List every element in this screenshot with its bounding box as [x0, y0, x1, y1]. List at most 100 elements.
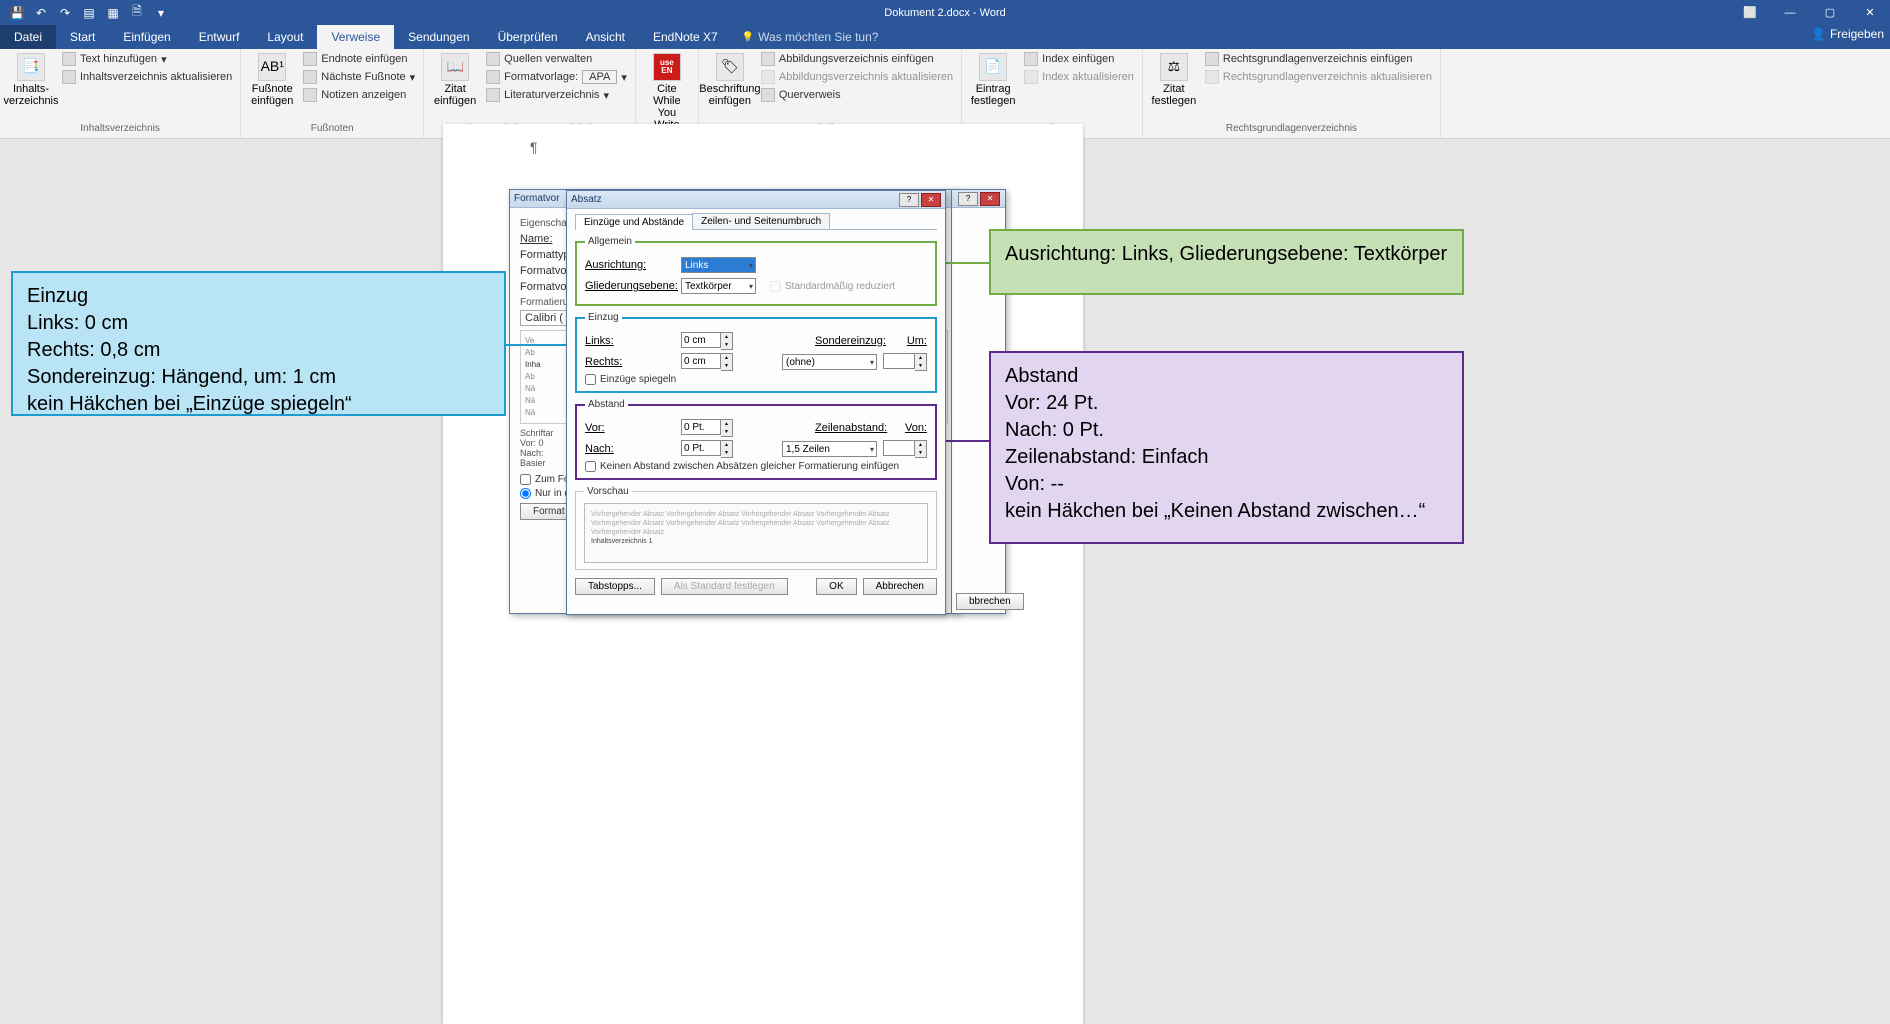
vor-input[interactable] — [681, 419, 721, 435]
arrow-allgemein — [940, 262, 989, 264]
von-spinner[interactable]: ▲▼ — [883, 440, 927, 458]
tell-me-search[interactable]: Was möchten Sie tun? — [742, 25, 879, 49]
manage-sources-button[interactable]: Quellen verwalten — [484, 51, 629, 67]
back-radio-this[interactable] — [520, 488, 531, 499]
mark-citation-button[interactable]: ⚖Zitat festlegen — [1149, 51, 1199, 109]
insert-citation-button[interactable]: 📖Zitat einfügen — [430, 51, 480, 109]
paragraph-dialog[interactable]: Absatz ? ✕ Einzüge und Abstände Zeilen- … — [566, 190, 946, 615]
um-spinner[interactable]: ▲▼ — [883, 353, 927, 371]
qat-icon-1[interactable]: ▤ — [82, 6, 96, 20]
insert-footnote-button[interactable]: AB¹Fußnote einfügen — [247, 51, 297, 109]
tab-indents[interactable]: Einzüge und Abstände — [575, 214, 693, 230]
tab-view[interactable]: Ansicht — [572, 25, 639, 49]
nach-spinner[interactable]: ▲▼ — [681, 440, 733, 458]
share-button[interactable]: 👤 Freigeben — [1811, 27, 1884, 41]
update-toc-button[interactable]: Inhaltsverzeichnis aktualisieren — [60, 69, 234, 85]
tab-design[interactable]: Entwurf — [185, 25, 254, 49]
qat-more-icon[interactable]: ▾ — [154, 6, 168, 20]
nach-input[interactable] — [681, 440, 721, 456]
insert-tof-button[interactable]: Abbildungsverzeichnis einfügen — [759, 51, 955, 67]
upd-index-label: Index aktualisieren — [1042, 71, 1134, 83]
close-button[interactable]: ✕ — [1850, 0, 1890, 25]
rechts-input[interactable] — [681, 353, 721, 369]
index-label: Index einfügen — [1042, 53, 1114, 65]
show-notes-button[interactable]: Notizen anzeigen — [301, 87, 417, 103]
tab-mailings[interactable]: Sendungen — [394, 25, 483, 49]
sonder-combo[interactable]: (ohne) — [782, 354, 877, 370]
cwyw-button[interactable]: useENCite While You Write — [642, 51, 692, 133]
section-einzug: Einzug Links: ▲▼ Sondereinzug: Um: Recht… — [575, 312, 937, 393]
ausrichtung-combo[interactable]: Links — [681, 257, 756, 273]
style-dropdown[interactable]: Formatvorlage: APA ▾ — [484, 69, 629, 85]
crossref-button[interactable]: Querverweis — [759, 87, 955, 103]
redo-icon[interactable]: ↷ — [58, 6, 72, 20]
style-label: Formatvorlage: — [504, 71, 578, 83]
minimize-button[interactable]: — — [1770, 0, 1810, 25]
label-nach: Nach: — [585, 443, 675, 455]
mark-entry-button[interactable]: 📄Eintrag festlegen — [968, 51, 1018, 109]
label-rechts: Rechts: — [585, 356, 675, 368]
von-input[interactable] — [883, 440, 915, 456]
cancel-button[interactable]: Abbrechen — [863, 578, 937, 595]
spiegeln-checkbox[interactable] — [585, 374, 596, 385]
update-index-button[interactable]: Index aktualisieren — [1022, 69, 1136, 85]
help-icon[interactable]: ? — [958, 192, 978, 206]
tabstops-button[interactable]: Tabstopps... — [575, 578, 655, 595]
far-cancel-frag[interactable]: bbrechen — [956, 593, 1024, 610]
gliederung-combo[interactable]: Textkörper — [681, 278, 756, 294]
sonder-value: (ohne) — [786, 357, 815, 368]
links-input[interactable] — [681, 332, 721, 348]
tab-file[interactable]: Datei — [0, 25, 56, 49]
maximize-button[interactable]: ▢ — [1810, 0, 1850, 25]
help-close-icon[interactable]: ✕ — [980, 192, 1000, 206]
insert-toa-button[interactable]: Rechtsgrundlagenverzeichnis einfügen — [1203, 51, 1434, 67]
vor-spinner[interactable]: ▲▼ — [681, 419, 733, 437]
style-icon — [486, 70, 500, 84]
tab-review[interactable]: Überprüfen — [484, 25, 572, 49]
tab-layout[interactable]: Layout — [253, 25, 317, 49]
save-icon[interactable]: 💾 — [10, 6, 24, 20]
tab-endnote[interactable]: EndNote X7 — [639, 25, 732, 49]
dialog-close-icon[interactable]: ✕ — [921, 193, 941, 207]
back-chk-add[interactable] — [520, 474, 531, 485]
insert-index-button[interactable]: Index einfügen — [1022, 51, 1136, 67]
label-von: Von: — [897, 422, 927, 434]
bibliography-button[interactable]: Literaturverzeichnis ▾ — [484, 87, 629, 103]
toc-button[interactable]: 📑Inhalts- verzeichnis — [6, 51, 56, 109]
um-input[interactable] — [883, 353, 915, 369]
tab-breaks[interactable]: Zeilen- und Seitenumbruch — [692, 213, 830, 229]
keinen-abstand-checkbox[interactable] — [585, 461, 596, 472]
back-font[interactable]: Calibri ( — [520, 310, 568, 326]
tab-references[interactable]: Verweise — [317, 25, 394, 49]
biblio-label: Literaturverzeichnis — [504, 89, 599, 101]
rechts-spinner[interactable]: ▲▼ — [681, 353, 733, 371]
default-button[interactable]: Als Standard festlegen — [661, 578, 788, 595]
undo-icon[interactable]: ↶ — [34, 6, 48, 20]
paragraph-tabs: Einzüge und Abstände Zeilen- und Seitenu… — [575, 213, 937, 230]
tab-insert[interactable]: Einfügen — [109, 25, 184, 49]
help-titlebar[interactable]: ? ✕ — [952, 190, 1005, 208]
zeilen-combo[interactable]: 1,5 Zeilen — [782, 441, 877, 457]
insert-endnote-button[interactable]: Endnote einfügen — [301, 51, 417, 67]
insert-caption-button[interactable]: 🏷Beschriftung einfügen — [705, 51, 755, 109]
update-toa-button[interactable]: Rechtsgrundlagenverzeichnis aktualisiere… — [1203, 69, 1434, 85]
back-radio-this-label: Nur in d — [535, 488, 570, 499]
upd-toa-label: Rechtsgrundlagenverzeichnis aktualisiere… — [1223, 71, 1432, 83]
ribbon-options-icon[interactable]: ⬜ — [1730, 0, 1770, 25]
new-doc-icon[interactable]: 🗎 — [130, 6, 144, 20]
update-icon — [62, 70, 76, 84]
update-tof-button[interactable]: Abbildungsverzeichnis aktualisieren — [759, 69, 955, 85]
add-text-button[interactable]: Text hinzufügen ▾ — [60, 51, 234, 67]
reduziert-label: Standardmäßig reduziert — [785, 281, 895, 292]
dialog-help-icon[interactable]: ? — [899, 193, 919, 207]
show-notes-icon — [303, 88, 317, 102]
next-footnote-button[interactable]: Nächste Fußnote ▾ — [301, 69, 417, 85]
ok-button[interactable]: OK — [816, 578, 856, 595]
qat-icon-2[interactable]: ▦ — [106, 6, 120, 20]
next-fn-icon — [303, 70, 317, 84]
group-toc: 📑Inhalts- verzeichnis Text hinzufügen ▾ … — [0, 49, 241, 138]
paragraph-titlebar[interactable]: Absatz ? ✕ — [567, 191, 945, 209]
links-spinner[interactable]: ▲▼ — [681, 332, 733, 350]
tab-home[interactable]: Start — [56, 25, 109, 49]
quick-access-toolbar: 💾 ↶ ↷ ▤ ▦ 🗎 ▾ — [0, 6, 168, 20]
